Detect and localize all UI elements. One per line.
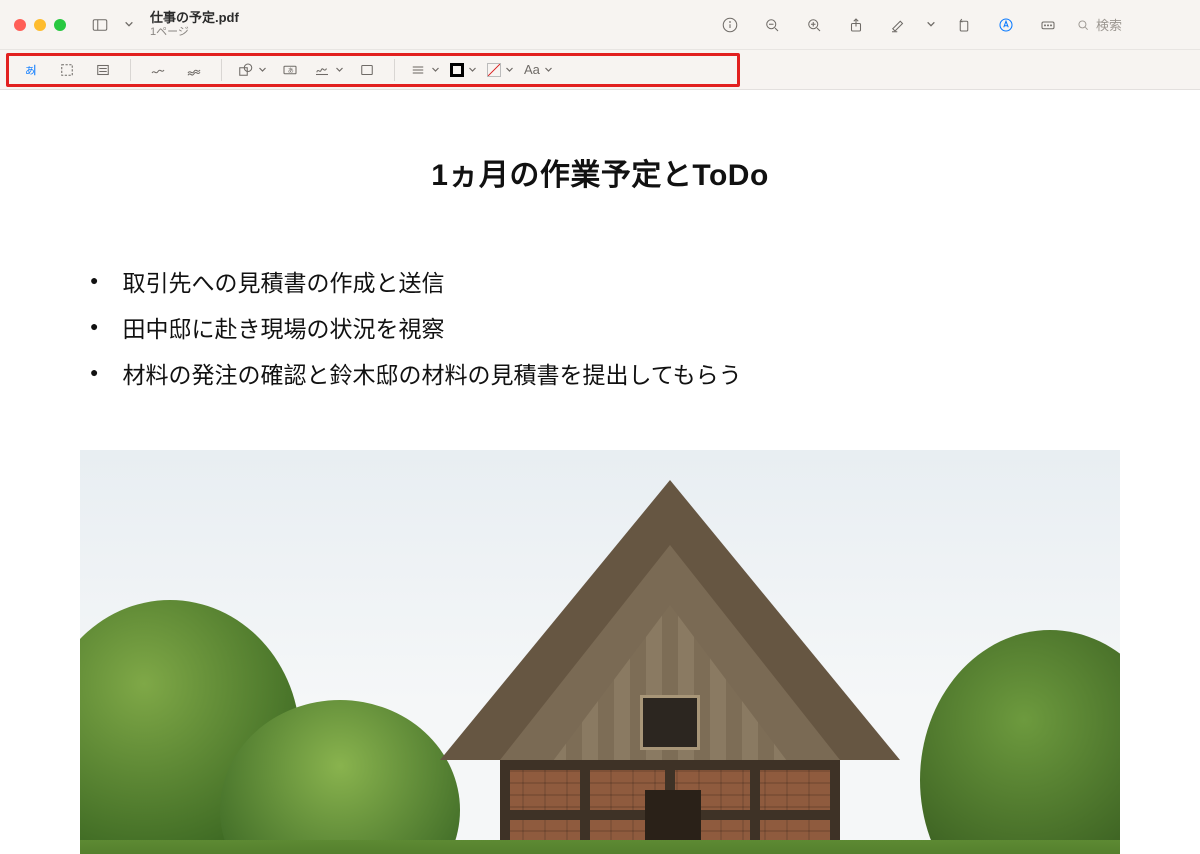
text-style-label: Aa xyxy=(524,62,540,77)
search-icon xyxy=(1076,18,1090,32)
list-item: 材料の発注の確認と鈴木邸の材料の見積書を提出してもらう xyxy=(90,356,1120,390)
document-page-info: 1ページ xyxy=(150,26,239,38)
stroke-swatch-icon xyxy=(450,63,464,77)
info-button[interactable] xyxy=(716,11,744,39)
zoom-out-button[interactable] xyxy=(758,11,786,39)
border-style-tool[interactable] xyxy=(407,56,442,84)
markup-toolbar: あ あ xyxy=(0,50,571,89)
svg-text:あ: あ xyxy=(25,64,35,76)
minimize-button[interactable] xyxy=(34,19,46,31)
separator xyxy=(394,59,395,81)
document-heading: 1ヵ月の作業予定とToDo xyxy=(80,150,1120,194)
embedded-image xyxy=(80,450,1120,854)
rectangular-selection-tool[interactable] xyxy=(52,56,82,84)
maximize-button[interactable] xyxy=(54,19,66,31)
document-title-block: 仕事の予定.pdf 1ページ xyxy=(150,11,239,37)
preview-window: 仕事の予定.pdf 1ページ xyxy=(0,0,1200,854)
text-style-tool[interactable]: Aa xyxy=(522,56,555,84)
text-box-tool[interactable]: あ xyxy=(275,56,305,84)
share-button[interactable] xyxy=(842,11,870,39)
rotate-button[interactable] xyxy=(950,11,978,39)
search-field[interactable]: 検索 xyxy=(1076,15,1186,34)
form-fill-button[interactable] xyxy=(1034,11,1062,39)
separator xyxy=(130,59,131,81)
zoom-in-button[interactable] xyxy=(800,11,828,39)
sketch-tool[interactable] xyxy=(143,56,173,84)
todo-list: 取引先への見積書の作成と送信 田中邸に赴き現場の状況を視察 材料の発注の確認と鈴… xyxy=(90,264,1120,390)
titlebar: 仕事の予定.pdf 1ページ xyxy=(0,0,1200,50)
markup-toolbar-container: あ あ xyxy=(0,50,1200,90)
highlight-button[interactable] xyxy=(884,11,912,39)
shapes-tool[interactable] xyxy=(234,56,269,84)
list-item: 取引先への見積書の作成と送信 xyxy=(90,264,1120,298)
fill-swatch-icon xyxy=(487,63,501,77)
titlebar-right-tools: 検索 xyxy=(716,11,1186,39)
sidebar-menu-chevron-icon[interactable] xyxy=(124,16,134,34)
fill-color-tool[interactable] xyxy=(485,56,516,84)
sidebar-toggle-button[interactable] xyxy=(86,11,114,39)
svg-text:あ: あ xyxy=(288,67,294,74)
redact-tool[interactable] xyxy=(88,56,118,84)
traffic-lights xyxy=(14,19,66,31)
close-button[interactable] xyxy=(14,19,26,31)
list-item: 田中邸に赴き現場の状況を視察 xyxy=(90,310,1120,344)
draw-tool[interactable] xyxy=(179,56,209,84)
highlight-menu-chevron-icon[interactable] xyxy=(926,16,936,34)
search-placeholder: 検索 xyxy=(1096,15,1122,34)
border-color-tool[interactable] xyxy=(448,56,479,84)
document-viewport[interactable]: 1ヵ月の作業予定とToDo 取引先への見積書の作成と送信 田中邸に赴き現場の状況… xyxy=(0,90,1200,854)
sign-tool[interactable] xyxy=(311,56,346,84)
separator xyxy=(221,59,222,81)
note-tool[interactable] xyxy=(352,56,382,84)
markup-toggle-button[interactable] xyxy=(992,11,1020,39)
text-selection-tool[interactable]: あ xyxy=(16,56,46,84)
document-filename: 仕事の予定.pdf xyxy=(150,11,239,25)
